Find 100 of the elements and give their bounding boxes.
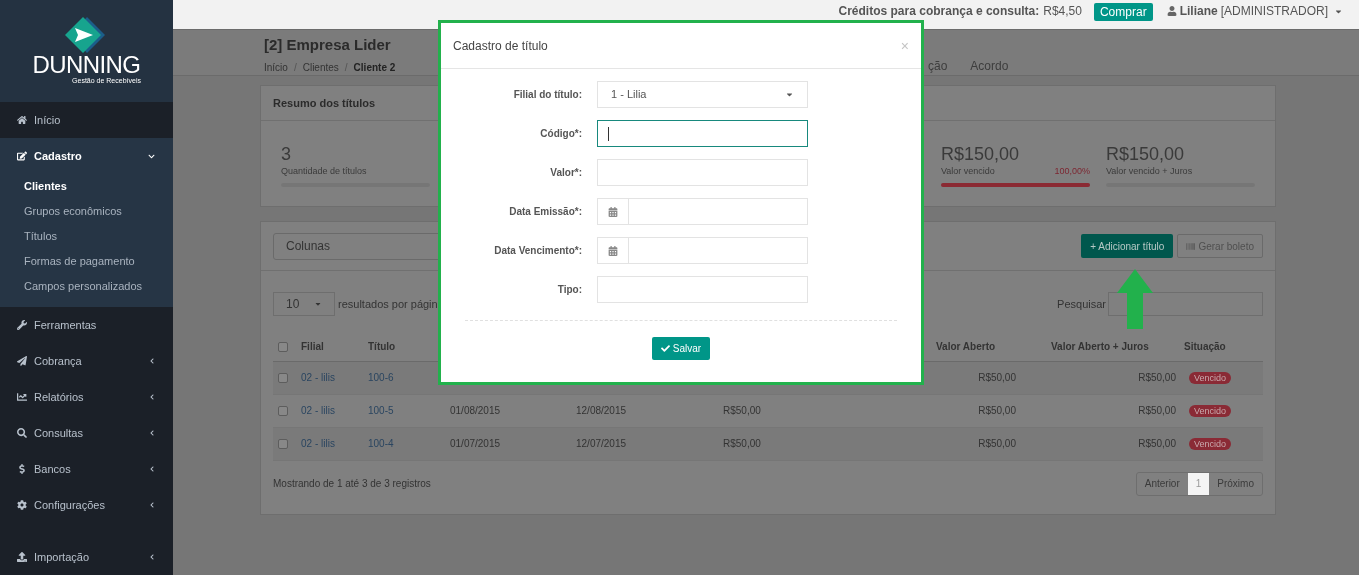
column-header[interactable]: Situação: [1184, 340, 1226, 352]
breadcrumb-item: Cliente 2: [353, 61, 396, 75]
sidebar-item[interactable]: Início: [0, 102, 173, 138]
chevron-left-icon: [149, 554, 155, 560]
chevron-left-icon: [149, 394, 155, 400]
field-label: Tipo:: [556, 283, 583, 297]
table-cell: R$50,00: [978, 405, 1016, 416]
submenu-item[interactable]: Formas de pagamento: [0, 249, 173, 274]
pagination-button[interactable]: Anterior: [1136, 472, 1188, 495]
wrench-icon: [17, 320, 27, 330]
breadcrumb-separator: /: [344, 61, 348, 75]
field-label: Data Emissão*:: [508, 205, 583, 219]
table-cell[interactable]: 100-6: [368, 372, 394, 383]
gear-icon: [17, 500, 27, 510]
status-badge: Vencido: [1189, 371, 1232, 384]
stat-label: Quantidade de títulos: [281, 165, 367, 178]
sidebar-item[interactable]: Cadastro: [0, 138, 173, 174]
table-cell: 01/07/2015: [450, 438, 501, 449]
sidebar-item[interactable]: Cobrança: [0, 343, 173, 379]
submenu-item[interactable]: Clientes: [0, 174, 173, 199]
save-button[interactable]: Salvar: [651, 337, 711, 360]
upload-icon: [17, 552, 27, 562]
breadcrumb-item[interactable]: Início: [264, 60, 288, 75]
table-cell: R$50,00: [723, 438, 761, 449]
select-all-checkbox[interactable]: [278, 342, 288, 353]
breadcrumb-item[interactable]: Clientes: [302, 60, 339, 75]
credits-value: R$4,50: [1043, 4, 1082, 18]
column-header[interactable]: Valor Aberto + Juros: [1051, 340, 1149, 352]
search-icon: [17, 428, 27, 438]
stat-value: R$150,00: [1106, 143, 1186, 165]
table-cell[interactable]: 02 - lilis: [301, 405, 335, 416]
page-title: [2] Empresa Lider: [264, 35, 391, 55]
caret-icon: [314, 300, 322, 308]
sidebar-item[interactable]: Consultas: [0, 415, 173, 451]
status-badge: Vencido: [1189, 437, 1232, 450]
sidebar-item[interactable]: Ferramentas: [0, 307, 173, 343]
table-cell: 12/07/2015: [576, 438, 627, 449]
check-icon: [660, 344, 670, 353]
calendar-icon: [608, 245, 618, 256]
page-size-label: resultados por págin: [338, 296, 438, 312]
search-label: Pesquisar: [1057, 296, 1106, 312]
chevron-left-icon: [149, 502, 155, 508]
pagination-button[interactable]: 1: [1187, 472, 1210, 495]
user-menu[interactable]: Liliane [ADMINISTRADOR]: [1166, 4, 1343, 18]
barcode-icon: [1186, 241, 1196, 251]
field-label: Valor*:: [549, 166, 583, 180]
submenu-item[interactable]: Campos personalizados: [0, 274, 173, 299]
select-field[interactable]: 1 - Lilia: [597, 81, 808, 108]
sidebar-item[interactable]: Importação: [0, 539, 173, 575]
page-size-select[interactable]: 10: [273, 292, 335, 316]
row-checkbox[interactable]: [278, 406, 288, 417]
edit-icon: [17, 151, 27, 161]
status-badge: Vencido: [1189, 404, 1232, 417]
input-field[interactable]: [597, 120, 808, 147]
table-cell: R$50,00: [723, 405, 761, 416]
caret-icon: [785, 90, 794, 99]
sidebar-item[interactable]: Configurações: [0, 487, 173, 523]
chevron-left-icon: [149, 430, 155, 436]
close-button[interactable]: ×: [900, 38, 909, 53]
chevron-left-icon: [149, 358, 155, 364]
home-icon: [17, 115, 27, 125]
column-header[interactable]: Título: [368, 340, 396, 352]
row-checkbox[interactable]: [278, 439, 288, 450]
submenu-item[interactable]: Grupos econômicos: [0, 199, 173, 224]
column-header[interactable]: Filial: [301, 340, 324, 352]
submenu-item[interactable]: Títulos: [0, 224, 173, 249]
up-arrow-icon: [1117, 269, 1153, 329]
breadcrumb-separator: /: [293, 61, 297, 75]
user-icon: [1166, 6, 1177, 16]
modal-title: Cadastro de título: [453, 37, 548, 55]
stat-label: Valor vencido + Juros: [1106, 165, 1193, 178]
stat-value: 3: [281, 143, 292, 165]
add-title-button[interactable]: + Adicionar título: [1081, 234, 1174, 258]
table-cell[interactable]: 100-5: [368, 405, 394, 416]
buy-button[interactable]: Comprar: [1093, 3, 1153, 21]
field-label: Filial do título:: [512, 88, 583, 102]
dollar-icon: [17, 464, 27, 474]
table-cell[interactable]: 100-4: [368, 438, 394, 449]
stat-percent: 100,00%: [1054, 165, 1090, 178]
sidebar-item[interactable]: Bancos: [0, 451, 173, 487]
table-cell[interactable]: 02 - lilis: [301, 372, 335, 383]
sidebar-item[interactable]: Relatórios: [0, 379, 173, 415]
calendar-icon: [608, 206, 618, 217]
field-label: Data Vencimento*:: [493, 244, 583, 258]
column-header[interactable]: Valor Aberto: [936, 340, 996, 352]
table-cell: R$50,00: [978, 438, 1016, 449]
table-cell: R$50,00: [1138, 438, 1176, 449]
credits-label: Créditos para cobrança e consulta:: [838, 4, 1040, 18]
row-checkbox[interactable]: [278, 373, 288, 384]
pagination-button[interactable]: Próximo: [1209, 472, 1262, 495]
chevron-left-icon: [149, 466, 155, 472]
date-field[interactable]: [597, 237, 808, 264]
table-cell: R$50,00: [978, 372, 1016, 383]
stat-label: Valor vencido: [941, 165, 995, 178]
date-field[interactable]: [597, 198, 808, 225]
table-cell[interactable]: 02 - lilis: [301, 438, 335, 449]
tab[interactable]: Acordo: [970, 57, 1009, 75]
tab[interactable]: ção: [928, 57, 948, 75]
table-cell: 12/08/2015: [576, 405, 627, 416]
chevron-down-icon: [148, 152, 155, 160]
